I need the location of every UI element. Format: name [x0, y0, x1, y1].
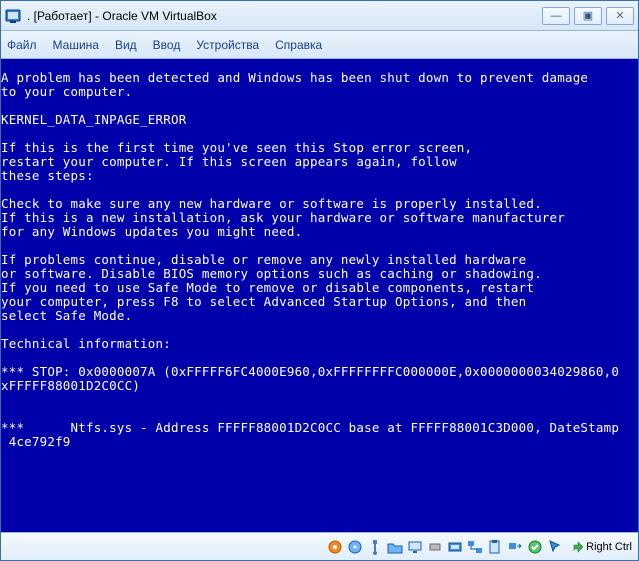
display-icon[interactable]: [407, 539, 423, 555]
close-icon: ✕: [615, 9, 624, 22]
menu-help[interactable]: Справка: [275, 38, 322, 52]
virtualbox-app-icon: [5, 8, 21, 24]
host-key-arrow-icon: [571, 541, 583, 553]
minimize-button[interactable]: —: [542, 7, 570, 25]
close-button[interactable]: ✕: [606, 7, 634, 25]
window-title: . [Работает] - Oracle VM VirtualBox: [27, 9, 217, 23]
usb-icon[interactable]: [367, 539, 383, 555]
guest-additions-icon[interactable]: [527, 539, 543, 555]
menu-devices[interactable]: Устройства: [196, 38, 259, 52]
titlebar: . [Работает] - Oracle VM VirtualBox — ▣ …: [1, 1, 638, 31]
maximize-button[interactable]: ▣: [574, 7, 602, 25]
network-icon[interactable]: [467, 539, 483, 555]
guest-display[interactable]: A problem has been detected and Windows …: [1, 59, 638, 532]
shared-folders-icon[interactable]: [387, 539, 403, 555]
menu-file[interactable]: Файл: [7, 38, 37, 52]
audio-icon[interactable]: [447, 539, 463, 555]
mouse-integration-icon[interactable]: [547, 539, 563, 555]
host-key-label: Right Ctrl: [586, 541, 632, 553]
minimize-icon: —: [551, 10, 562, 22]
clipboard-icon[interactable]: [487, 539, 503, 555]
maximize-icon: ▣: [583, 9, 593, 22]
statusbar: Right Ctrl: [1, 532, 638, 560]
menu-view[interactable]: Вид: [115, 38, 137, 52]
menubar: Файл Машина Вид Ввод Устройства Справка: [1, 31, 638, 59]
menu-input[interactable]: Ввод: [153, 38, 181, 52]
drag-drop-icon[interactable]: [507, 539, 523, 555]
bsod-text: A problem has been detected and Windows …: [1, 71, 619, 449]
hard-disk-icon[interactable]: [327, 539, 343, 555]
host-key-indicator[interactable]: Right Ctrl: [571, 541, 632, 553]
virtualbox-window: . [Работает] - Oracle VM VirtualBox — ▣ …: [0, 0, 639, 561]
optical-drive-icon[interactable]: [347, 539, 363, 555]
window-buttons: — ▣ ✕: [542, 7, 634, 25]
menu-machine[interactable]: Машина: [53, 38, 99, 52]
recording-icon[interactable]: [427, 539, 443, 555]
